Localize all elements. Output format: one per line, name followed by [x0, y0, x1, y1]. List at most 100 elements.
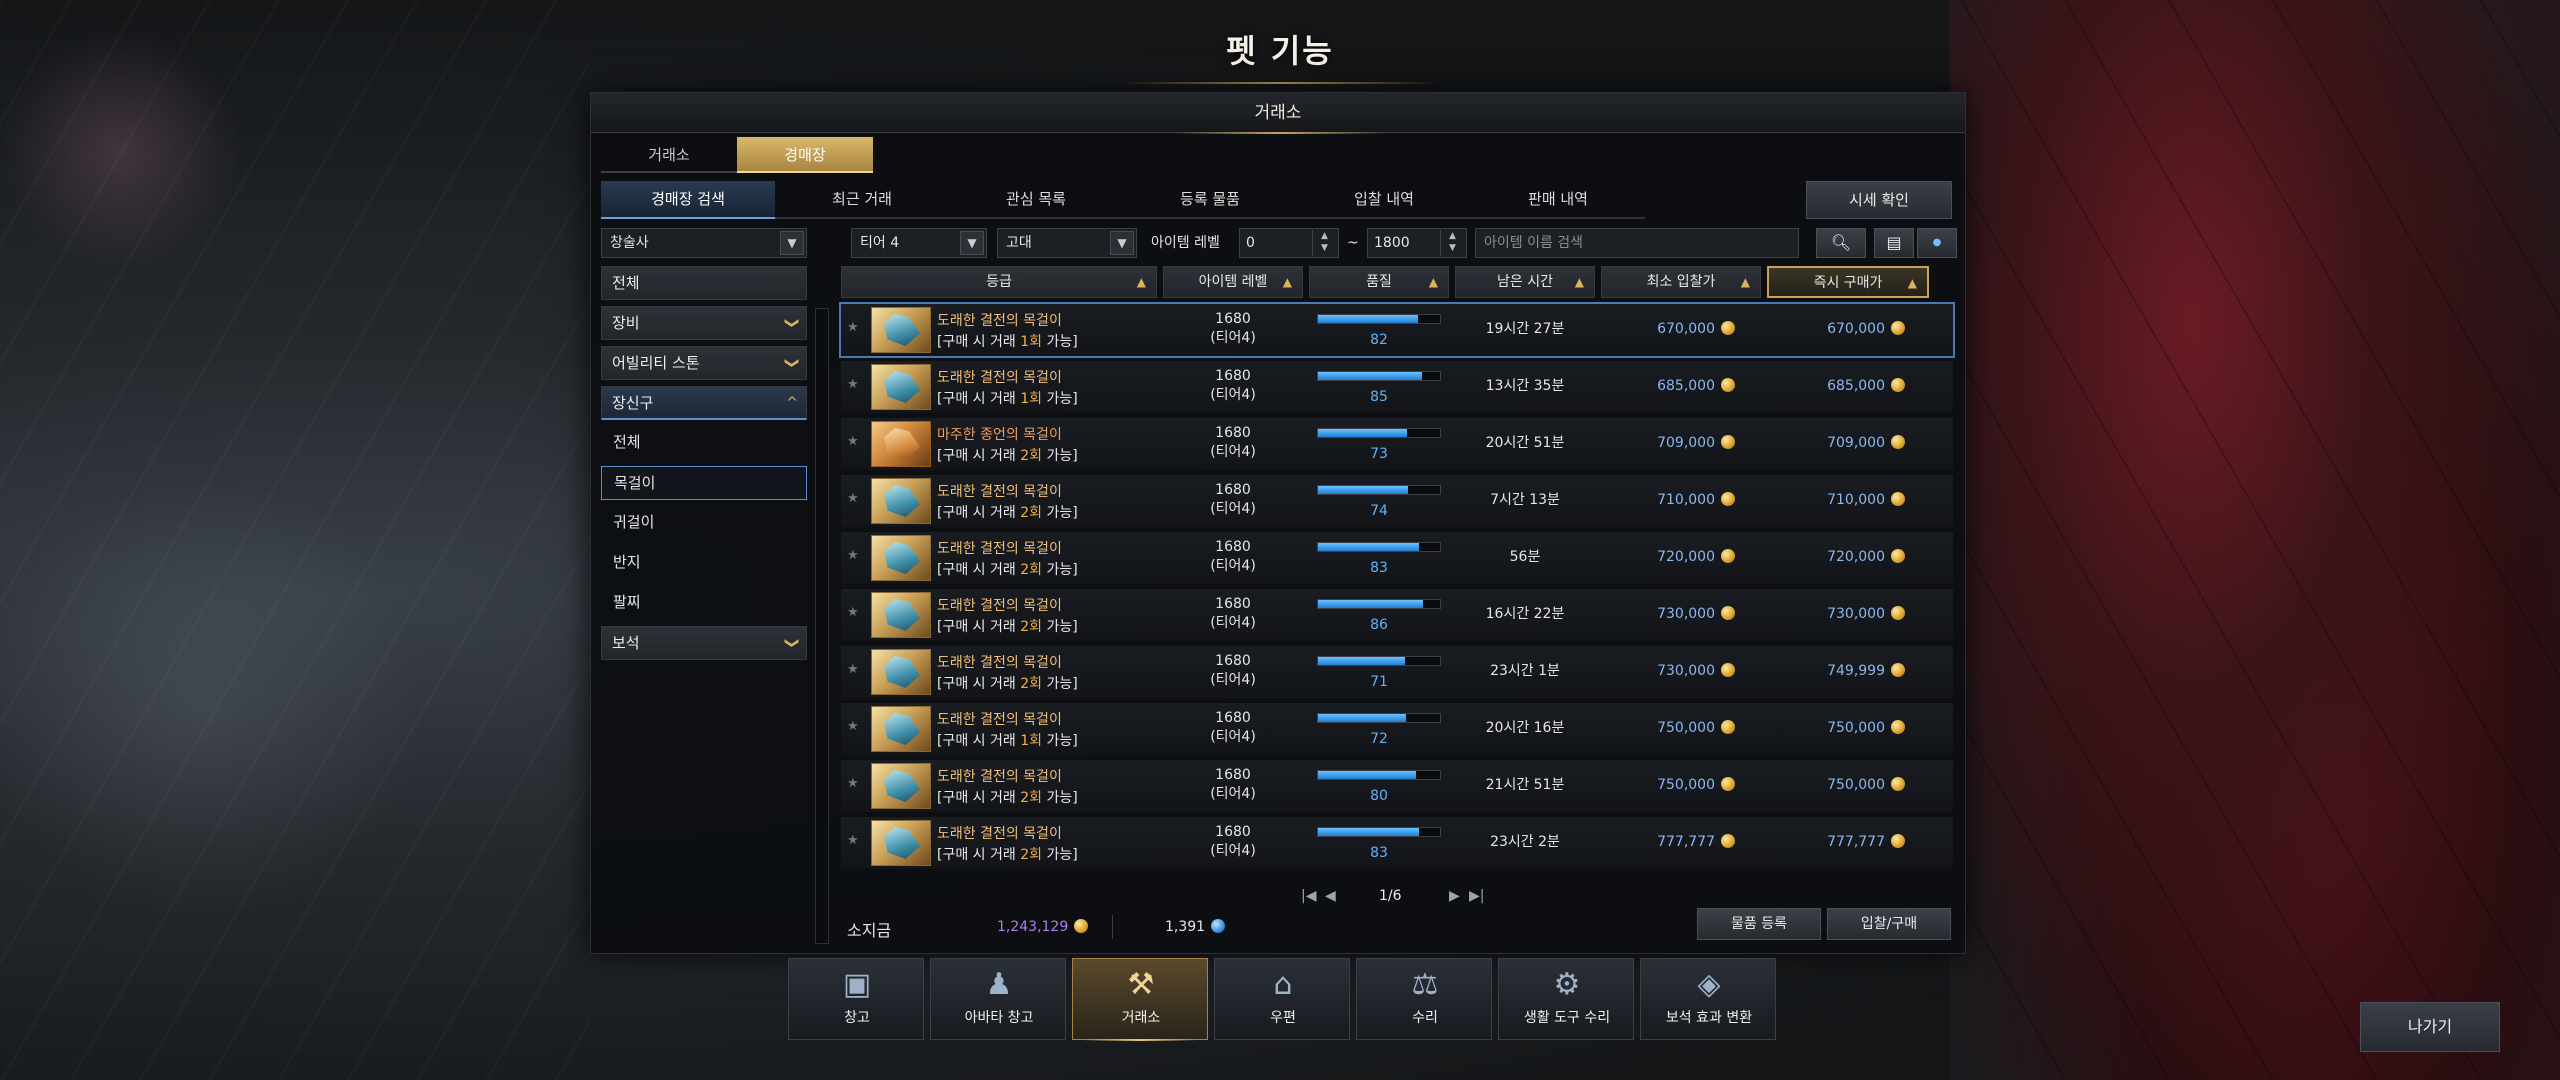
dock-item-4[interactable]: ⚖ 수리 — [1356, 958, 1492, 1040]
column-header[interactable]: 즉시 구매가 ▲ — [1767, 266, 1929, 298]
table-row[interactable]: ★ 도래한 결전의 목걸이 [구매 시 거래 1회 가능] 1680 (티어4) 85 13… — [841, 361, 1953, 413]
table-row[interactable]: ★ 도래한 결전의 목걸이 [구매 시 거래 2회 가능] 1680 (티어4) 86 16… — [841, 589, 1953, 641]
pin-icon[interactable]: ★ — [847, 434, 859, 449]
table-row[interactable]: ★ 도래한 결전의 목걸이 [구매 시 거래 2회 가능] 1680 (티어4) 74 7시… — [841, 475, 1953, 527]
sub-tab-2[interactable]: 관심 목록 — [949, 181, 1123, 219]
tab-auction[interactable]: 경매장 — [737, 137, 873, 173]
class-select[interactable]: 창술사 ▼ — [601, 228, 807, 258]
pin-icon[interactable]: ★ — [847, 662, 859, 677]
register-item-button[interactable]: 물품 등록 — [1697, 908, 1821, 940]
trade-count: 2회 — [1020, 676, 1043, 692]
column-header[interactable]: 품질 ▲ — [1309, 266, 1449, 298]
column-header[interactable]: 아이템 레벨 ▲ — [1163, 266, 1303, 298]
dock-label: 우편 — [1270, 1010, 1296, 1026]
level-max-input[interactable]: 1800 ▲ ▼ — [1367, 228, 1467, 258]
sub-tab-3[interactable]: 등록 물품 — [1123, 181, 1297, 219]
stepper-icon[interactable]: ▲ ▼ — [1440, 230, 1464, 256]
item-tier: (티어4) — [1210, 672, 1256, 688]
stepper-icon[interactable]: ▲ ▼ — [1312, 230, 1336, 256]
exit-button[interactable]: 나가기 — [2360, 1002, 2500, 1052]
gold-coin-icon — [1074, 919, 1089, 933]
sidebar-subitem[interactable]: 전체 — [601, 426, 807, 460]
trade-count: 2회 — [1020, 505, 1043, 521]
column-header[interactable]: 남은 시간 ▲ — [1455, 266, 1595, 298]
table-row[interactable]: ★ 도래한 결전의 목걸이 [구매 시 거래 2회 가능] 1680 (티어4) 71 23… — [841, 646, 1953, 698]
level-min-input[interactable]: 0 ▲ ▼ — [1239, 228, 1339, 258]
dock-item-1[interactable]: ♟ 아바타 창고 — [930, 958, 1066, 1040]
sub-tab-5[interactable]: 판매 내역 — [1471, 181, 1645, 219]
grade-select[interactable]: 고대 ▼ — [997, 228, 1137, 258]
next-page-icon[interactable]: ▶ — [1449, 888, 1460, 904]
bid-buy-button[interactable]: 입찰/구매 — [1827, 908, 1951, 940]
item-tier: (티어4) — [1210, 843, 1256, 859]
table-row[interactable]: ★ 도래한 결전의 목걸이 [구매 시 거래 1회 가능] 1680 (티어4) 82 19… — [839, 302, 1955, 358]
pin-icon[interactable]: ★ — [847, 320, 859, 335]
column-header[interactable]: 등급 ▲ — [841, 266, 1157, 298]
price-check-button[interactable]: 시세 확인 — [1806, 181, 1952, 219]
item-search-input[interactable]: 아이템 이름 검색 — [1475, 228, 1799, 258]
gold-coin-icon — [1891, 663, 1905, 677]
dock-item-3[interactable]: ⌂ 우편 — [1214, 958, 1350, 1040]
dock-item-5[interactable]: ⚙ 생활 도구 수리 — [1498, 958, 1634, 1040]
prev-page-icon[interactable]: ◀ — [1325, 888, 1336, 904]
sidebar-category[interactable]: 장신구 ^ — [601, 386, 807, 420]
detail-search-icon[interactable]: ▤ — [1874, 228, 1914, 258]
sidebar-subitem[interactable]: 팔찌 — [601, 586, 807, 620]
chevron-down-icon: ▼ — [780, 231, 804, 255]
buyout-cell: 749,999 — [1767, 646, 1929, 698]
item-cell: ★ 도래한 결전의 목걸이 [구매 시 거래 1회 가능] — [841, 361, 1157, 413]
sidebar-category[interactable]: 보석 ❯ — [601, 626, 807, 660]
search-icon[interactable]: 🔍︎ — [1816, 228, 1866, 258]
column-header-label: 즉시 구매가 — [1813, 275, 1883, 291]
sidebar-category[interactable]: 장비 ❯ — [601, 306, 807, 340]
remaining-time: 56분 — [1509, 549, 1541, 565]
column-header[interactable]: 최소 입찰가 ▲ — [1601, 266, 1761, 298]
gold-coin-icon — [1721, 834, 1735, 848]
sidebar-subitem[interactable]: 목걸이 — [601, 466, 807, 500]
pin-icon[interactable]: ★ — [847, 548, 859, 563]
tab-exchange[interactable]: 거래소 — [601, 137, 737, 173]
pin-icon[interactable]: ★ — [847, 605, 859, 620]
sidebar-subitem[interactable]: 귀걸이 — [601, 506, 807, 540]
table-row[interactable]: ★ 도래한 결전의 목걸이 [구매 시 거래 1회 가능] 1680 (티어4) 72 20… — [841, 703, 1953, 755]
chest-icon: ▣ — [842, 967, 872, 1002]
pin-icon[interactable]: ★ — [847, 719, 859, 734]
trade-limit: [구매 시 거래 2회 가능] — [937, 559, 1078, 579]
pin-icon[interactable]: ★ — [847, 491, 859, 506]
dock-item-0[interactable]: ▣ 창고 — [788, 958, 924, 1040]
table-row[interactable]: ★ 도래한 결전의 목걸이 [구매 시 거래 2회 가능] 1680 (티어4) 83 23… — [841, 817, 1953, 869]
sub-tab-0[interactable]: 경매장 검색 — [601, 181, 775, 219]
quality-cell: 71 — [1309, 646, 1449, 698]
trade-prefix: [구매 시 거래 — [937, 562, 1021, 578]
last-page-icon[interactable]: ▶| — [1469, 888, 1484, 904]
dock-item-6[interactable]: ◈ 보석 효과 변환 — [1640, 958, 1776, 1040]
sort-triangle-icon: ▲ — [1574, 275, 1584, 289]
pin-icon[interactable]: ★ — [847, 377, 859, 392]
buyout-cell: 777,777 — [1767, 817, 1929, 869]
auction-table: 등급 ▲ 아이템 레벨 ▲ 품질 ▲ 남은 시간 ▲ 최소 입찰가 ▲ 즉시 구매가 ▲ ★ 도래한 결… — [839, 266, 1955, 874]
sidebar-category[interactable]: 전체 — [601, 266, 807, 300]
item-level: 1680 — [1215, 368, 1251, 384]
tier-select[interactable]: 티어 4 ▼ — [851, 228, 987, 258]
item-level-cell: 1680 (티어4) — [1163, 760, 1303, 812]
table-row[interactable]: ★ 도래한 결전의 목걸이 [구매 시 거래 2회 가능] 1680 (티어4) 80 21… — [841, 760, 1953, 812]
pin-icon[interactable]: ★ — [847, 833, 859, 848]
quality-cell: 74 — [1309, 475, 1449, 527]
table-row[interactable]: ★ 마주한 종언의 목걸이 [구매 시 거래 2회 가능] 1680 (티어4) 73 20… — [841, 418, 1953, 470]
sidebar-category[interactable]: 어빌리티 스톤 ❯ — [601, 346, 807, 380]
dock-item-2[interactable]: ⚒ 거래소 — [1072, 958, 1208, 1041]
sub-tab-4[interactable]: 입찰 내역 — [1297, 181, 1471, 219]
sidebar-subitem[interactable]: 반지 — [601, 546, 807, 580]
quality-bar — [1317, 713, 1441, 723]
buyout-cell: 709,000 — [1767, 418, 1929, 470]
table-row[interactable]: ★ 도래한 결전의 목걸이 [구매 시 거래 2회 가능] 1680 (티어4) 83 56… — [841, 532, 1953, 584]
buyout-price: 749,999 — [1827, 663, 1885, 679]
money-bar: 소지금 1,243,129 1,391 — [847, 913, 1267, 943]
sidebar-scrollbar[interactable] — [815, 308, 829, 944]
first-page-icon[interactable]: |◀ — [1301, 888, 1316, 904]
dock-label: 창고 — [844, 1010, 870, 1026]
sub-tab-1[interactable]: 최근 거래 — [775, 181, 949, 219]
pin-icon[interactable]: ★ — [847, 776, 859, 791]
item-tier: (티어4) — [1210, 387, 1256, 403]
toggle-dot-icon[interactable]: ● — [1917, 228, 1957, 258]
